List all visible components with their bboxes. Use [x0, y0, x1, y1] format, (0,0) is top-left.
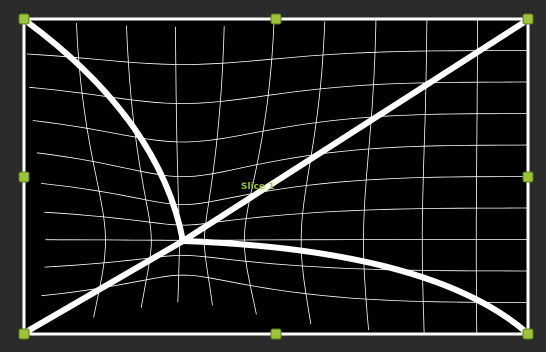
handle-top-right-icon[interactable] [522, 13, 534, 25]
handle-bottom-left-icon[interactable] [18, 328, 30, 340]
handle-bottom-center-icon[interactable] [270, 328, 282, 340]
handle-middle-left-icon[interactable] [18, 171, 30, 183]
handle-top-left-icon[interactable] [18, 13, 30, 25]
workspace: Slice 1 [0, 0, 546, 352]
handle-middle-right-icon[interactable] [522, 171, 534, 183]
handle-top-center-icon[interactable] [270, 13, 282, 25]
warp-canvas[interactable] [0, 0, 546, 352]
handle-bottom-right-icon[interactable] [522, 328, 534, 340]
slice-label: Slice 1 [241, 182, 275, 192]
